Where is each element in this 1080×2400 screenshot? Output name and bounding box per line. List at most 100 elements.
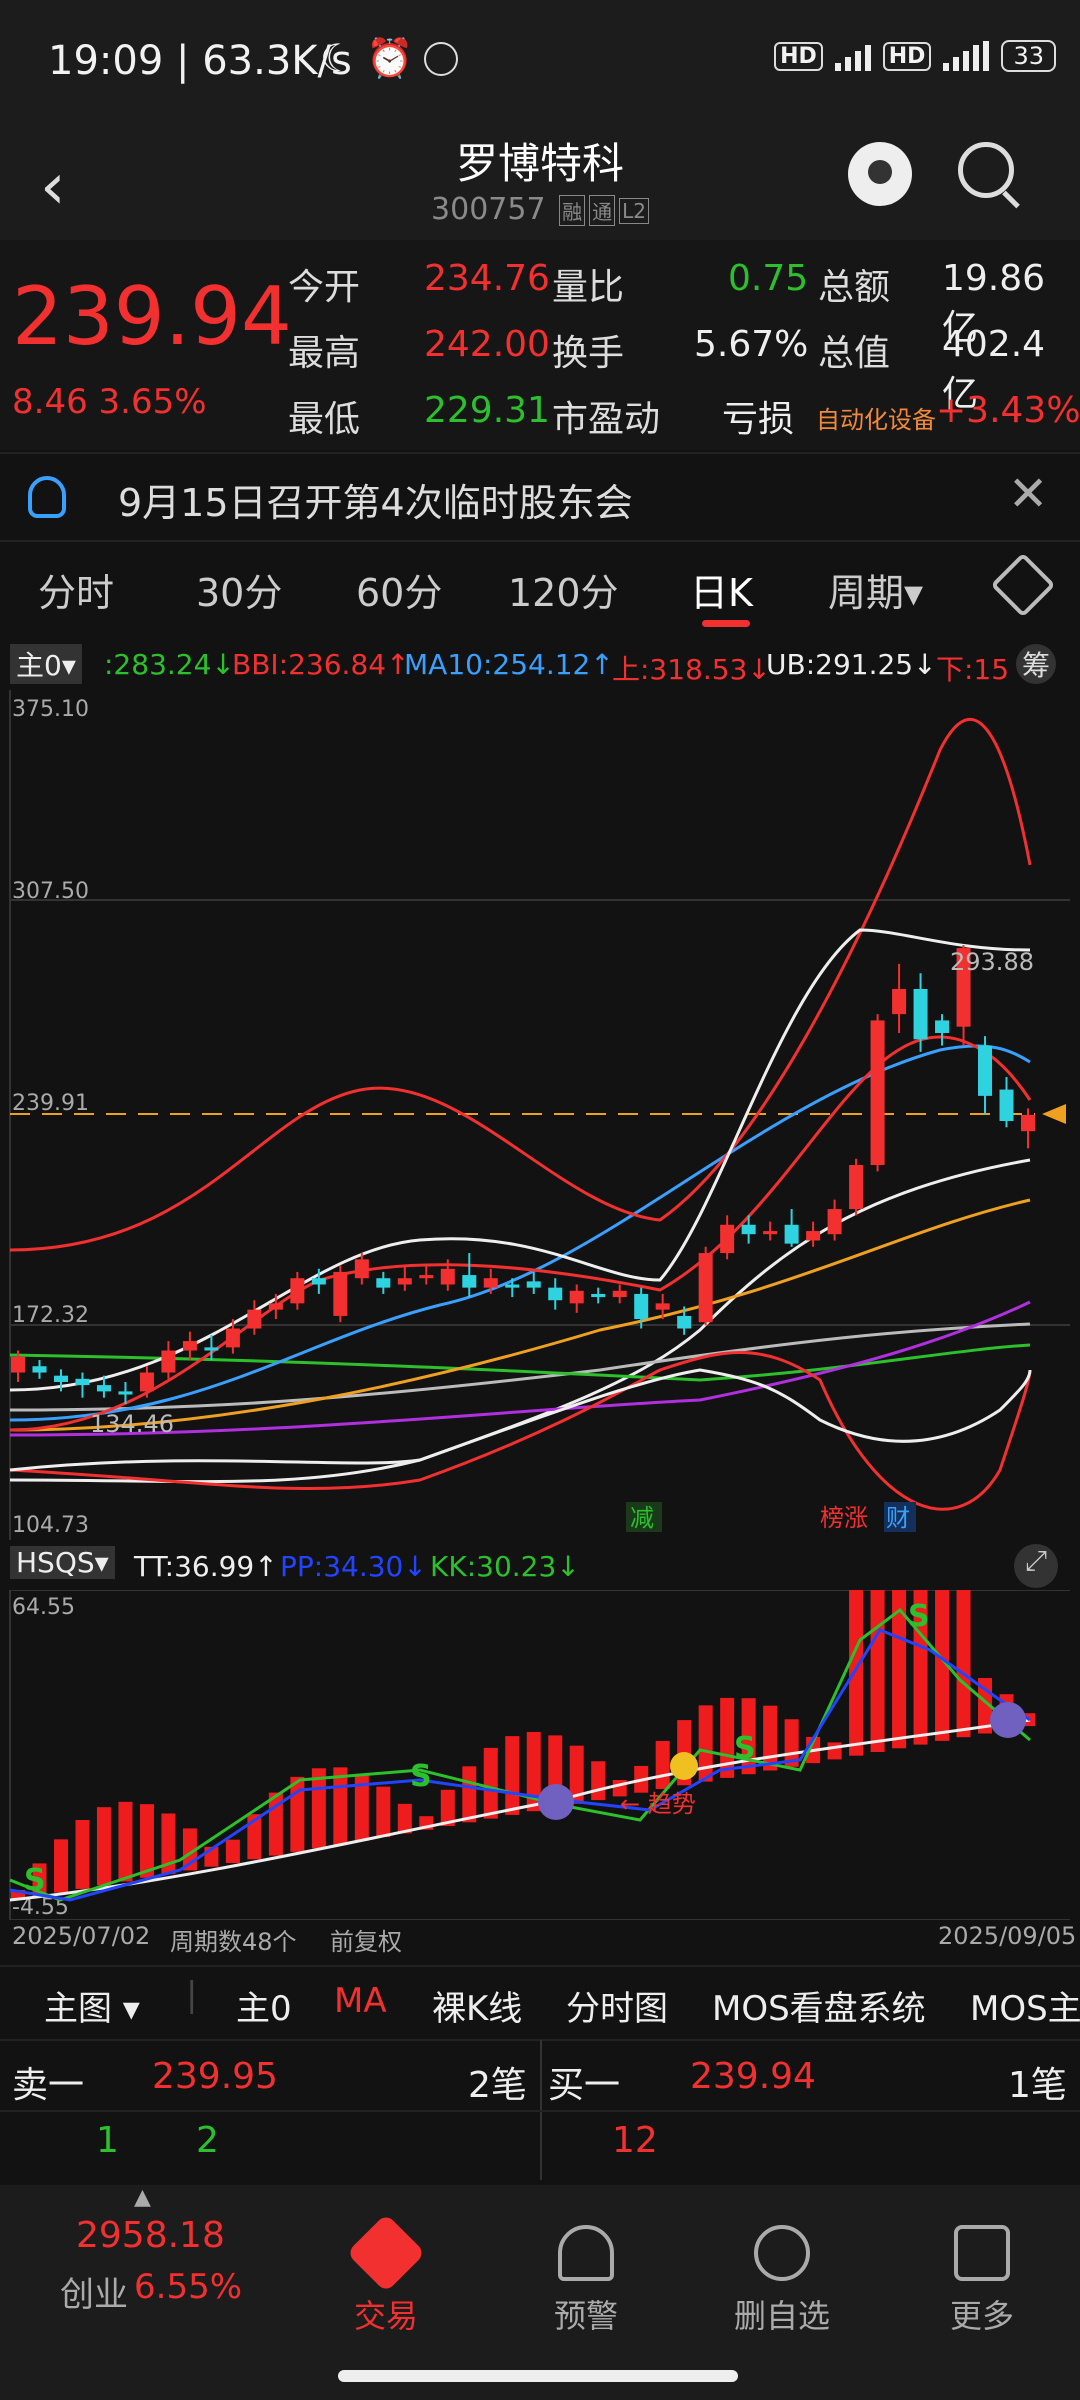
buy1-count: 1笔 xyxy=(1008,2065,1067,2106)
index-value[interactable]: 2958.18 xyxy=(76,2215,225,2256)
sub-indicator-legend: HSQS▾ TT:36.99↑ PP:34.30↓ KK:30.23↓ ⤢ xyxy=(0,1542,1080,1590)
tab-60min[interactable]: 60分 xyxy=(356,562,442,617)
subtab-mos-main[interactable]: MOS主 xyxy=(970,1981,1080,2030)
hsqs-bar xyxy=(290,1776,305,1852)
pe-label: 市盈动 xyxy=(552,399,661,440)
bulb-icon xyxy=(28,476,66,518)
nav-more[interactable]: 更多 xyxy=(912,2225,1052,2337)
trade-icon xyxy=(346,2213,426,2293)
tab-daily-k[interactable]: 日K xyxy=(690,562,753,617)
nav-remove-watch[interactable]: 删自选 xyxy=(712,2225,852,2337)
tag-list: 榜涨 xyxy=(820,1504,868,1532)
candle-body xyxy=(161,1350,176,1373)
turnover-rate-label: 换手 xyxy=(552,333,625,374)
kline-chart[interactable]: 375.10 307.50 239.91 172.32 104.73 293.8… xyxy=(0,690,1080,1540)
nav-trade-label: 交易 xyxy=(353,2297,418,2335)
subtab-main0[interactable]: 主0 xyxy=(236,1981,292,2030)
hsqs-bars xyxy=(11,1590,1035,1900)
mascot-icon[interactable] xyxy=(848,142,912,206)
candle-body xyxy=(698,1253,713,1323)
index-pct: 6.55% xyxy=(134,2267,243,2307)
buy1-qty-1: 12 xyxy=(612,2120,658,2161)
low-annotation: 134.46 xyxy=(90,1410,174,1438)
notice-bar[interactable]: 9月15日召开第4次临时股东会 ✕ xyxy=(0,452,1080,542)
open-label: 今开 xyxy=(288,267,361,308)
buy1-price[interactable]: 239.94 xyxy=(690,2056,816,2097)
sub-indicator-select[interactable]: HSQS▾ xyxy=(10,1546,115,1579)
settings-icon[interactable] xyxy=(990,552,1056,618)
candle-body xyxy=(247,1309,262,1329)
subtab-naked-k[interactable]: 裸K线 xyxy=(432,1981,522,2030)
hsqs-bar xyxy=(225,1839,240,1863)
candle-body xyxy=(526,1281,541,1288)
hsqs-bar xyxy=(505,1736,520,1815)
last-price: 239.94 xyxy=(12,270,292,363)
tab-120min[interactable]: 120分 xyxy=(508,562,619,617)
separator: | xyxy=(176,38,203,84)
candle-body xyxy=(784,1224,799,1244)
subtab-time-share[interactable]: 分时图 xyxy=(566,1981,668,2030)
tag-reduce: 减 xyxy=(630,1504,654,1532)
notice-text[interactable]: 9月15日召开第4次临时股东会 xyxy=(118,472,633,527)
caret-up-icon[interactable]: ▲ xyxy=(134,2185,151,2210)
bottom-nav: ▲ 2958.18 创业 6.55% 交易 预警 删自选 更多 xyxy=(0,2185,1080,2400)
sell1-price[interactable]: 239.95 xyxy=(152,2056,278,2097)
tab-active-indicator xyxy=(702,620,750,627)
nav-alert[interactable]: 预警 xyxy=(516,2225,656,2337)
stock-code-row: 300757 融通 L2 xyxy=(0,192,1080,227)
main-indicator-label: 主0 xyxy=(16,649,62,682)
signal-s-3: S xyxy=(734,1731,756,1766)
indicator-kk: KK:30.23↓ xyxy=(430,1550,580,1583)
hsqs-bar xyxy=(591,1761,606,1801)
candle-body xyxy=(827,1209,842,1235)
tab-time-share[interactable]: 分时 xyxy=(38,562,114,617)
candle-body xyxy=(333,1271,348,1316)
sector-label[interactable]: 自动化设备 xyxy=(816,400,936,435)
tag-connect: 通 xyxy=(589,195,616,226)
close-icon[interactable]: ✕ xyxy=(1008,466,1048,522)
high-label: 最高 xyxy=(288,333,361,374)
price-change-row: 8.46 3.65% xyxy=(12,382,207,422)
candle-body xyxy=(849,1165,864,1210)
sector-change[interactable]: +3.43% xyxy=(936,390,1080,431)
nav-alert-label: 预警 xyxy=(553,2297,618,2335)
main-indicator-select[interactable]: 主0▾ xyxy=(10,644,82,684)
market-cap-label: 总值 xyxy=(818,333,891,374)
signal-s-4: S xyxy=(908,1599,930,1634)
subtab-ma[interactable]: MA xyxy=(334,1981,387,2021)
date-start: 2025/07/02 xyxy=(12,1922,151,1950)
hsqs-chart[interactable]: 64.55 -4.55 ← 趋势 S S S S xyxy=(0,1590,1080,1920)
candle-body xyxy=(96,1385,111,1392)
search-icon[interactable] xyxy=(958,142,1014,198)
main-chart-select[interactable]: 主图 ▾ xyxy=(44,1981,140,2030)
candle-body xyxy=(892,988,907,1015)
candle-body xyxy=(763,1231,778,1235)
candle-body xyxy=(505,1284,520,1288)
candle-body xyxy=(870,1020,885,1166)
ma-line-orange xyxy=(9,1198,1031,1432)
book-row-divider xyxy=(0,2110,1080,2112)
sub-indicator-name: HSQS xyxy=(16,1546,95,1579)
axis-label-top: 375.10 xyxy=(12,697,89,722)
price-change: 8.46 xyxy=(12,382,88,422)
candle-body xyxy=(978,1045,993,1096)
candle-body xyxy=(655,1303,670,1310)
tab-30min[interactable]: 30分 xyxy=(196,562,282,617)
axis-label-current: 239.91 xyxy=(12,1091,89,1116)
candle-body xyxy=(139,1372,154,1392)
chips-button[interactable]: 筹 xyxy=(1016,644,1056,684)
hsqs-bar xyxy=(53,1839,68,1893)
signal-icon-2 xyxy=(943,41,990,71)
tab-period[interactable]: 周期▾ xyxy=(828,562,923,617)
expand-icon[interactable]: ⤢ xyxy=(1014,1544,1058,1588)
subtab-mos-system[interactable]: MOS看盘系统 xyxy=(712,1981,926,2030)
home-indicator[interactable] xyxy=(338,2370,738,2382)
face-marker-2 xyxy=(990,1702,1026,1738)
stock-code: 300757 xyxy=(431,192,546,227)
legend-item-upper: 上:318.53↓ xyxy=(612,653,771,686)
adjust-label: 前复权 xyxy=(330,1928,402,1956)
index-name: 创业 xyxy=(60,2275,128,2315)
nav-trade[interactable]: 交易 xyxy=(316,2213,456,2337)
candle-body xyxy=(376,1278,391,1288)
candle-body xyxy=(720,1224,735,1254)
